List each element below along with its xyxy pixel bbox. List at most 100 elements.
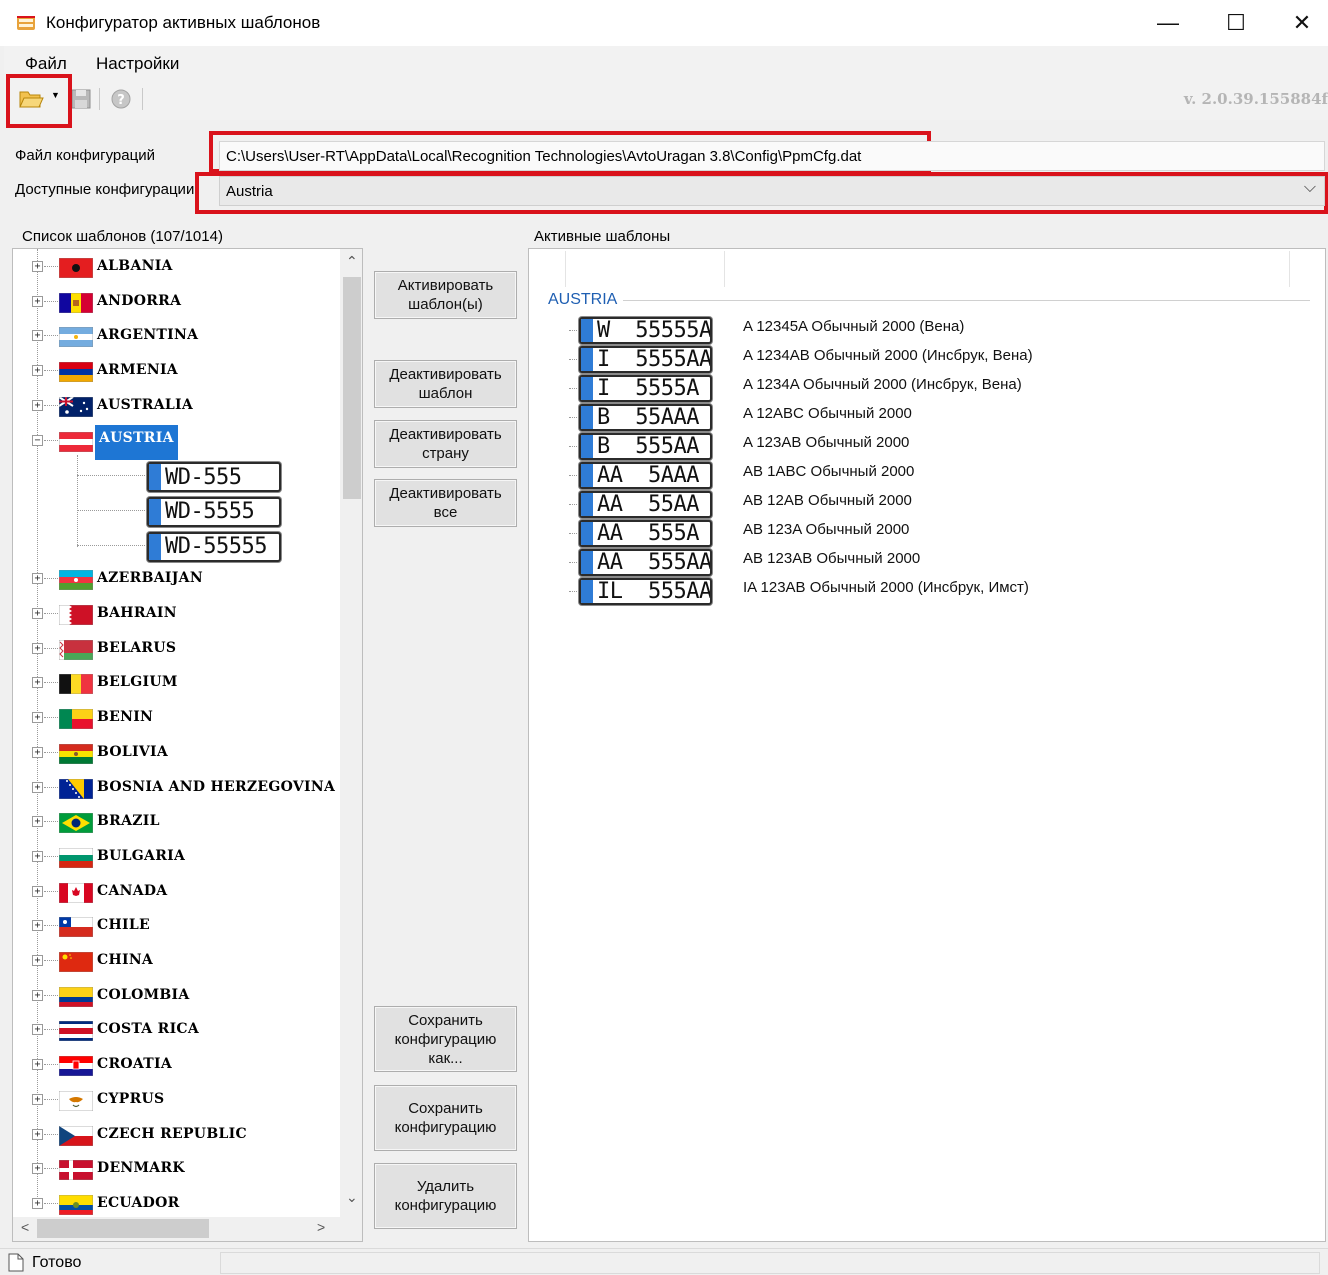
config-file-path[interactable]: C:\Users\User-RT\AppData\Local\Recogniti… (219, 141, 1325, 171)
tree-item-czech[interactable]: + CZECH REPUBLIC (13, 1121, 343, 1151)
license-plate[interactable]: B 555AA (579, 433, 712, 460)
country-label[interactable]: CHILE (95, 917, 152, 933)
country-label[interactable]: BOSNIA AND HERZEGOVINA (95, 779, 337, 795)
tree-item-china[interactable]: + CHINA (13, 947, 343, 977)
expand-icon[interactable]: + (32, 850, 43, 862)
country-label[interactable]: BOLIVIA (95, 744, 170, 760)
country-label[interactable]: COSTA RICA (95, 1021, 201, 1037)
country-label[interactable]: COLOMBIA (95, 987, 192, 1003)
country-label[interactable]: ARMENIA (95, 362, 180, 378)
expand-icon[interactable]: + (32, 920, 43, 932)
license-plate[interactable]: W 55555A (579, 317, 712, 344)
license-plate[interactable]: AA 55AA (579, 491, 712, 518)
deactivate-country-button[interactable]: Деактивировать страну (374, 420, 517, 468)
license-plate[interactable]: I 5555AA (579, 346, 712, 373)
country-label[interactable]: CROATIA (95, 1056, 174, 1072)
country-label[interactable]: BULGARIA (95, 848, 187, 864)
tree-horizontal-scrollbar[interactable]: < > (13, 1217, 362, 1241)
expand-icon[interactable]: + (32, 677, 43, 689)
country-label[interactable]: DENMARK (95, 1160, 187, 1176)
tree-item-costarica[interactable]: + COSTA RICA (13, 1016, 343, 1046)
country-label[interactable]: AZERBAIJAN (95, 570, 205, 586)
license-plate[interactable]: AA 555A (579, 520, 712, 547)
expand-icon[interactable]: + (32, 1059, 43, 1071)
active-templates-panel[interactable]: AUSTRIA W 55555A A 12345A Обычный 2000 (В… (528, 248, 1326, 1242)
expand-icon[interactable]: + (32, 608, 43, 619)
tree-item-bolivia[interactable]: + BOLIVIA (13, 739, 343, 769)
tree-item-chile[interactable]: + CHILE (13, 912, 343, 942)
tree-item-brazil[interactable]: + BRAZIL (13, 808, 343, 838)
chevron-down-icon[interactable]: ⌵ (1304, 179, 1316, 197)
template-tree[interactable]: ⌃ ⌄ < > + ALBANIA + ANDORRA + ARGENTINA + ARMEN… (12, 248, 363, 1242)
save-config-button[interactable]: Сохранить конфигурацию (374, 1085, 517, 1151)
tree-item-argentina[interactable]: + ARGENTINA (13, 322, 343, 352)
tree-horizontal-thumb[interactable] (37, 1219, 209, 1238)
menu-file[interactable]: Файл (25, 54, 67, 74)
save-disk-icon[interactable] (70, 88, 92, 110)
tree-item-bulgaria[interactable]: + BULGARIA (13, 843, 343, 873)
tree-item-croatia[interactable]: + CROATIA (13, 1051, 343, 1081)
country-label[interactable]: CYPRUS (95, 1091, 166, 1107)
expand-icon[interactable]: + (32, 261, 43, 272)
country-label[interactable]: ALBANIA (95, 258, 175, 274)
tree-vertical-thumb[interactable] (343, 277, 361, 499)
license-plate[interactable]: WD-5555 (147, 496, 281, 527)
tree-item-albania[interactable]: + ALBANIA (13, 253, 343, 283)
tree-item-colombia[interactable]: + COLOMBIA (13, 982, 343, 1012)
tree-item-canada[interactable]: + CANADA (13, 878, 343, 908)
scroll-up-icon[interactable]: ⌃ (346, 253, 358, 270)
tree-item-belgium[interactable]: + BELGIUM (13, 669, 343, 699)
expand-icon[interactable]: + (32, 955, 43, 966)
config-select[interactable]: Austria ⌵ (219, 176, 1325, 206)
expand-icon[interactable]: + (32, 1128, 43, 1140)
tree-item-australia[interactable]: + AUSTRALIA (13, 392, 343, 422)
tree-item-belarus[interactable]: + BELARUS (13, 635, 343, 665)
save-config-as-button[interactable]: Сохранить конфигурацию как... (374, 1006, 517, 1072)
expand-icon[interactable]: + (32, 1197, 43, 1209)
country-label[interactable]: CHINA (95, 952, 155, 968)
expand-icon[interactable]: + (32, 1024, 43, 1036)
tree-item-cyprus[interactable]: + CYPRUS (13, 1086, 343, 1116)
expand-icon[interactable]: + (32, 330, 43, 342)
delete-config-button[interactable]: Удалить конфигурацию (374, 1163, 517, 1229)
deactivate-template-button[interactable]: Деактивировать шаблон (374, 360, 517, 408)
expand-icon[interactable]: + (32, 781, 43, 793)
expand-icon[interactable]: + (32, 885, 43, 897)
expand-icon[interactable]: + (32, 746, 43, 758)
help-icon[interactable]: ? (110, 88, 132, 110)
country-label[interactable]: BAHRAIN (95, 605, 179, 621)
scroll-left-icon[interactable]: < (21, 1219, 29, 1235)
expand-icon[interactable]: + (32, 365, 43, 377)
tree-item-ecuador[interactable]: + ECUADOR (13, 1190, 343, 1220)
license-plate[interactable]: WD-555 (147, 462, 281, 493)
country-label[interactable]: BENIN (95, 709, 155, 725)
tree-item-bosnia[interactable]: + BOSNIA AND HERZEGOVINA (13, 774, 343, 804)
country-label[interactable]: BRAZIL (95, 813, 162, 829)
tree-item-bahrain[interactable]: + BAHRAIN (13, 600, 343, 630)
country-label[interactable]: CANADA (95, 883, 169, 899)
license-plate[interactable]: B 55AAA (579, 404, 712, 431)
country-label[interactable]: ANDORRA (95, 293, 183, 309)
activate-templates-button[interactable]: Активировать шаблон(ы) (374, 271, 517, 319)
country-label[interactable]: CZECH REPUBLIC (95, 1126, 249, 1142)
maximize-button[interactable]: ☐ (1204, 0, 1268, 46)
expand-icon[interactable]: + (32, 1093, 43, 1105)
minimize-button[interactable]: — (1136, 0, 1200, 46)
deactivate-all-button[interactable]: Деактивировать все (374, 479, 517, 527)
menu-settings[interactable]: Настройки (96, 54, 179, 74)
expand-icon[interactable]: + (32, 642, 43, 654)
country-label[interactable]: ECUADOR (95, 1195, 182, 1211)
license-plate[interactable]: AA 555AA (579, 549, 712, 576)
expand-icon[interactable]: + (32, 1163, 43, 1175)
license-plate[interactable]: AA 5AAA (579, 462, 712, 489)
expand-icon[interactable]: + (32, 295, 43, 307)
expand-icon[interactable]: + (32, 989, 43, 1001)
expand-icon[interactable]: + (32, 816, 43, 828)
tree-item-armenia[interactable]: + ARMENIA (13, 357, 343, 387)
tree-item-denmark[interactable]: + DENMARK (13, 1155, 343, 1185)
country-label[interactable]: BELGIUM (95, 674, 180, 690)
tree-item-andorra[interactable]: + ANDORRA (13, 288, 343, 318)
tree-item-azerbaijan[interactable]: + AZERBAIJAN (13, 565, 343, 595)
country-label[interactable]: ARGENTINA (95, 327, 200, 343)
tree-item-benin[interactable]: + BENIN (13, 704, 343, 734)
